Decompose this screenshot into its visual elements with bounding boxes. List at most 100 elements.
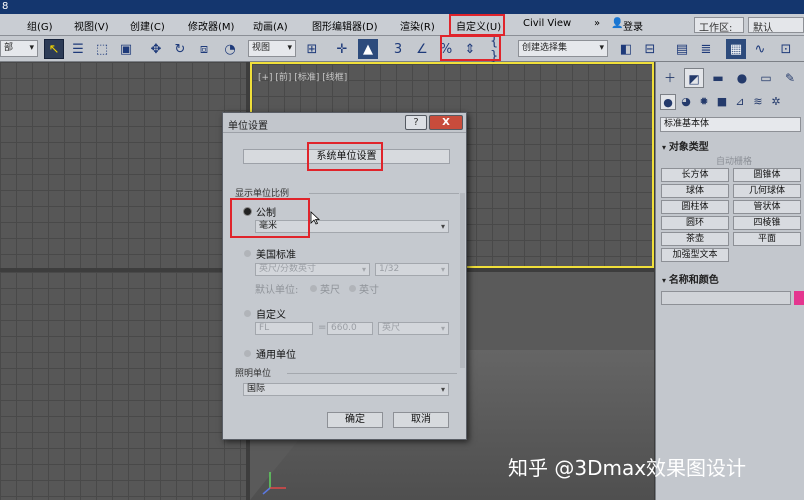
pivot-center-icon[interactable]: ⊞ [302, 39, 322, 59]
geosphere-button[interactable]: 几何球体 [733, 184, 801, 198]
cameras-icon[interactable]: ■ [714, 94, 730, 110]
default-feet-radio[interactable] [310, 285, 317, 292]
edit-named-selection-icon[interactable]: { } [490, 34, 510, 64]
percent-snap-icon[interactable]: % [436, 39, 456, 59]
mirror-icon[interactable]: ◧ [616, 39, 636, 59]
custom-unit-value-input[interactable]: 660.0 [327, 322, 373, 335]
system-unit-setup-button[interactable]: 系统单位设置 [243, 149, 450, 164]
object-name-input[interactable] [661, 291, 791, 305]
cancel-button[interactable]: 取消 [393, 412, 449, 428]
user-icon[interactable]: 👤 [611, 18, 623, 29]
us-fraction-select[interactable]: 1/32 [375, 263, 449, 276]
menu-sign-in[interactable]: 登录 [623, 18, 643, 33]
dialog-title-bar[interactable]: 单位设置 ? X [223, 113, 466, 133]
dialog-scroll-strip[interactable] [460, 193, 465, 368]
custom-unit-name-input[interactable]: FL [255, 322, 313, 335]
viewport-label[interactable]: [+] [前] [标准] [线框] [258, 70, 347, 83]
default-feet-label: 英尺 [320, 285, 340, 296]
object-type-section-title[interactable]: 对象类型 [662, 138, 709, 153]
helpers-icon[interactable]: ⊿ [732, 94, 748, 110]
teapot-button[interactable]: 茶壶 [661, 232, 729, 246]
shapes-icon[interactable]: ◕ [678, 94, 694, 110]
ribbon-toggle-icon[interactable]: ▦ [726, 39, 746, 59]
menu-modifiers[interactable]: 修改器(M) [188, 18, 234, 33]
systems-icon[interactable]: ✲ [768, 94, 784, 110]
snaps-toggle-icon[interactable]: 3 [388, 39, 408, 59]
watermark-text: 知乎 @3Dmax效果图设计 [508, 456, 747, 480]
default-inches-radio[interactable] [349, 285, 356, 292]
workspace-dropdown[interactable]: 默认 [748, 17, 804, 34]
primitive-type-dropdown[interactable]: 标准基本体 [660, 117, 801, 132]
viewport-left[interactable] [0, 272, 246, 500]
custom-radio[interactable] [244, 310, 251, 317]
us-unit-select[interactable]: 英尺/分数英寸 [255, 263, 370, 276]
menu-rendering[interactable]: 渲染(R) [400, 18, 435, 33]
lighting-unit-select[interactable]: 国际 [243, 383, 449, 396]
layer-dropdown[interactable]: 部 [0, 40, 38, 57]
reference-coordinate-dropdown[interactable]: 视图 [248, 40, 296, 57]
object-color-swatch[interactable] [794, 291, 804, 305]
name-color-section-title[interactable]: 名称和颜色 [662, 271, 719, 286]
dialog-help-button[interactable]: ? [405, 115, 427, 130]
select-object-icon[interactable]: ↖ [44, 39, 64, 59]
metric-label: 公制 [256, 208, 276, 219]
auto-grid-checkbox[interactable]: 自动栅格 [716, 154, 752, 167]
angle-snap-icon[interactable]: ∠ [412, 39, 432, 59]
layer-explorer-icon[interactable]: ≣ [696, 39, 716, 59]
lighting-units-title: 照明单位 [235, 369, 272, 379]
menu-graph-editors[interactable]: 图形编辑器(D) [312, 18, 378, 33]
viewport-top[interactable] [0, 62, 246, 268]
display-tab-icon[interactable]: ▭ [756, 68, 776, 88]
title-bar: 8 [0, 0, 804, 14]
curve-editor-icon[interactable]: ∿ [750, 39, 770, 59]
menu-civil-view[interactable]: Civil View [523, 18, 571, 29]
rectangular-region-icon[interactable]: ⬚ [92, 39, 112, 59]
text-plus-button[interactable]: 加强型文本 [661, 248, 729, 262]
generic-units-radio[interactable] [244, 350, 251, 357]
hierarchy-tab-icon[interactable]: ▬ [708, 68, 728, 88]
move-icon[interactable]: ✥ [146, 39, 166, 59]
select-by-name-icon[interactable]: ☰ [68, 39, 88, 59]
rotate-icon[interactable]: ↻ [170, 39, 190, 59]
menu-customize[interactable]: 自定义(U) [456, 18, 501, 33]
scene-explorer-icon[interactable]: ▤ [672, 39, 692, 59]
space-warps-icon[interactable]: ≋ [750, 94, 766, 110]
us-standard-radio[interactable] [244, 250, 251, 257]
menu-create[interactable]: 创建(C) [130, 18, 165, 33]
plane-button[interactable]: 平面 [733, 232, 801, 246]
menu-group[interactable]: 组(G) [27, 18, 53, 33]
lights-icon[interactable]: ✹ [696, 94, 712, 110]
menu-view[interactable]: 视图(V) [74, 18, 109, 33]
metric-radio[interactable] [244, 208, 251, 215]
dialog-close-button[interactable]: X [429, 115, 463, 130]
keyboard-shortcut-toggle-icon[interactable]: ▲ [358, 39, 378, 59]
scale-icon[interactable]: ⧈ [194, 39, 214, 59]
sphere-button[interactable]: 球体 [661, 184, 729, 198]
modify-tab-icon[interactable]: ◩ [684, 68, 704, 88]
units-setup-dialog: 单位设置 ? X 系统单位设置 显示单位比例 公制 毫米 美国标准 英尺/分数英… [222, 112, 467, 440]
default-units-label: 默认单位: [255, 285, 299, 296]
geometry-icon[interactable]: ● [660, 94, 676, 110]
torus-button[interactable]: 圆环 [661, 216, 729, 230]
cone-button[interactable]: 圆锥体 [733, 168, 801, 182]
mouse-cursor-icon [310, 211, 320, 225]
create-tab-icon[interactable]: ＋ [660, 68, 680, 88]
select-manipulate-icon[interactable]: ✛ [332, 39, 352, 59]
named-selection-set-dropdown[interactable]: 创建选择集 [518, 40, 608, 57]
menu-animation[interactable]: 动画(A) [253, 18, 288, 33]
utilities-tab-icon[interactable]: ✎ [780, 68, 800, 88]
custom-unit-select[interactable]: 英尺 [378, 322, 449, 335]
box-button[interactable]: 长方体 [661, 168, 729, 182]
cylinder-button[interactable]: 圆柱体 [661, 200, 729, 214]
align-icon[interactable]: ⊟ [640, 39, 660, 59]
spinner-snap-icon[interactable]: ⇕ [460, 39, 480, 59]
tube-button[interactable]: 管状体 [733, 200, 801, 214]
window-crossing-icon[interactable]: ▣ [116, 39, 136, 59]
placement-icon[interactable]: ◔ [220, 39, 240, 59]
pyramid-button[interactable]: 四棱锥 [733, 216, 801, 230]
metric-unit-select[interactable]: 毫米 [255, 220, 449, 233]
menu-overflow[interactable]: » [594, 18, 600, 29]
schematic-view-icon[interactable]: ⊡ [776, 39, 796, 59]
ok-button[interactable]: 确定 [327, 412, 383, 428]
motion-tab-icon[interactable]: ● [732, 68, 752, 88]
